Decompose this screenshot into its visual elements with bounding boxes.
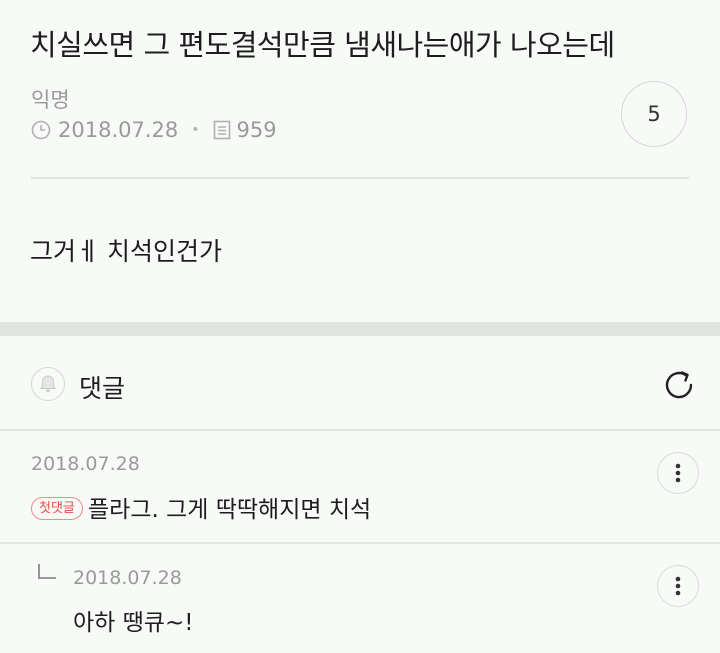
post-meta: 2018.07.28 • 959 [31, 118, 277, 142]
divider [0, 429, 720, 431]
reply-date: 2018.07.28 [73, 567, 182, 589]
vote-count: 5 [647, 102, 661, 126]
document-icon [213, 120, 231, 140]
more-vertical-icon[interactable] [657, 452, 699, 494]
meta-separator: • [191, 122, 200, 138]
section-separator [0, 322, 720, 336]
comments-label: 댓글 [79, 374, 126, 403]
reply-arrow-icon [37, 563, 57, 585]
clock-icon [31, 120, 51, 140]
comment-text: 플라그. 그게 딱딱해지면 치석 [88, 497, 372, 523]
first-comment-badge: 첫댓글 [31, 497, 83, 520]
post-section: 치실쓰면 그 편도결석만큼 냄새나는애가 나오는데 익명 2018.07.28 … [0, 0, 720, 322]
post-author: 익명 [31, 88, 70, 112]
refresh-icon[interactable] [660, 366, 698, 404]
post-date: 2018.07.28 [58, 118, 179, 142]
vote-button[interactable]: 5 [621, 81, 687, 147]
reply-text: 아하 땡큐~! [73, 610, 194, 636]
comment-date: 2018.07.28 [31, 453, 140, 475]
view-count: 959 [236, 118, 277, 142]
post-body: 그거ㅔ 치석인건가 [30, 237, 222, 266]
divider [31, 177, 689, 179]
bell-icon[interactable] [31, 367, 65, 401]
divider [0, 542, 720, 544]
more-vertical-icon[interactable] [657, 565, 699, 607]
post-title: 치실쓰면 그 편도결석만큼 냄새나는애가 나오는데 [30, 28, 615, 62]
